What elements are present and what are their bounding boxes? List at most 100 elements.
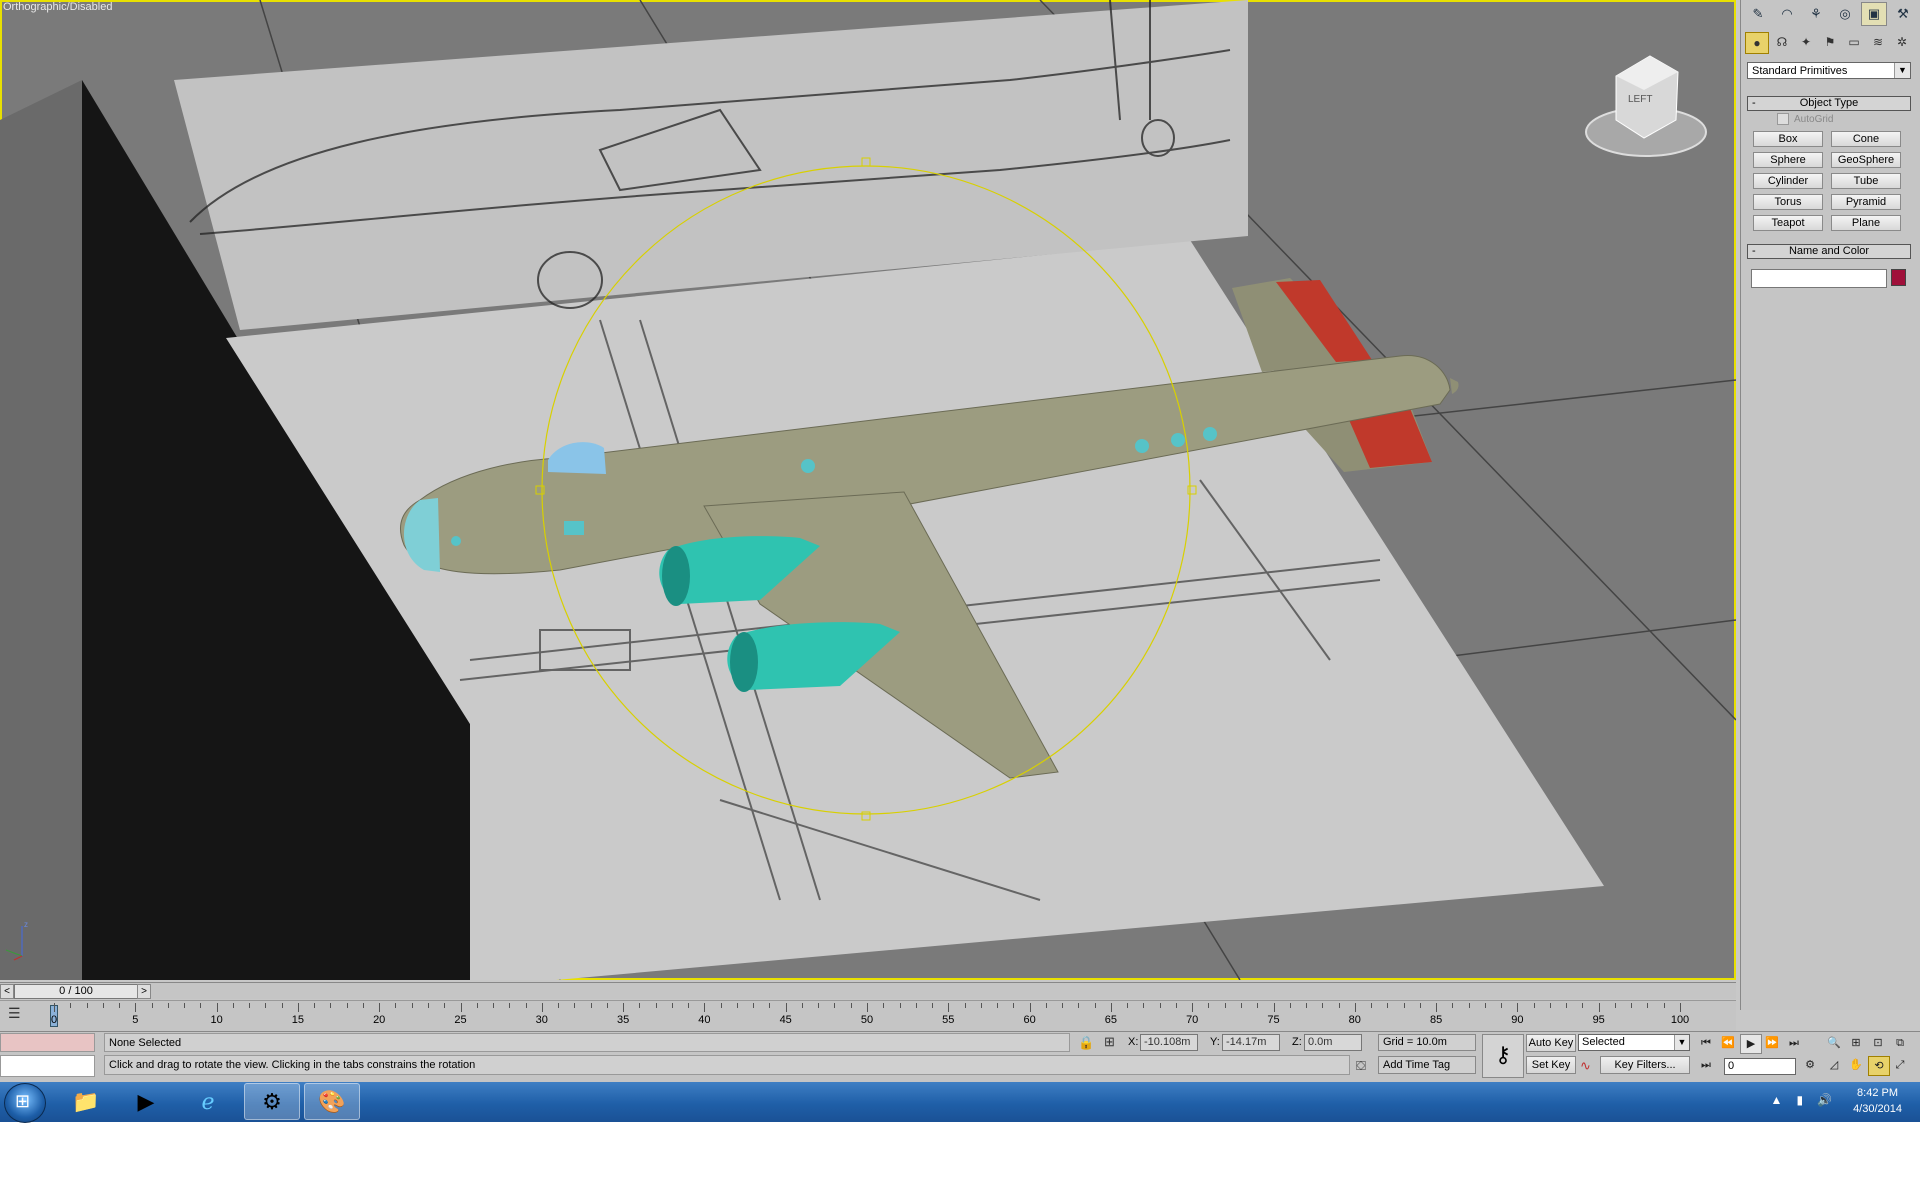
time-config-icon[interactable]: ⚙: [1800, 1056, 1820, 1074]
teapot-button[interactable]: Teapot: [1753, 215, 1823, 231]
zoom-extents-icon[interactable]: ⊡: [1868, 1034, 1888, 1052]
track-tick: [1289, 1003, 1291, 1008]
y-coordinate-field[interactable]: -14.17m: [1222, 1034, 1280, 1051]
primitive-category-dropdown[interactable]: Standard Primitives ▼: [1747, 62, 1911, 79]
track-tick: [1663, 1003, 1665, 1008]
box-button[interactable]: Box: [1753, 131, 1823, 147]
perspective-viewport[interactable]: Orthographic/Disabled LEFT z: [0, 0, 1736, 980]
viewport-label[interactable]: Orthographic/Disabled: [3, 1, 112, 13]
prev-frame-button[interactable]: <: [0, 984, 14, 999]
show-hidden-icons-icon[interactable]: ▲: [1771, 1093, 1783, 1107]
track-tick: [1094, 1003, 1096, 1008]
systems-icon[interactable]: ✲: [1891, 32, 1913, 52]
network-icon[interactable]: ▮: [1796, 1093, 1803, 1107]
geometry-icon[interactable]: ●: [1745, 32, 1769, 54]
shapes-icon[interactable]: ☊: [1771, 32, 1793, 52]
track-tick: [1387, 1003, 1389, 1008]
lock-icon[interactable]: 🔒: [1078, 1035, 1094, 1051]
x-coordinate-field[interactable]: -10.108m: [1140, 1034, 1198, 1051]
prev-frame-icon[interactable]: ⏪: [1718, 1034, 1738, 1052]
key-filters-button[interactable]: Key Filters...: [1600, 1056, 1690, 1074]
plane-button[interactable]: Plane: [1831, 215, 1901, 231]
object-type-rollout[interactable]: - Object Type: [1747, 96, 1911, 111]
track-tick: [623, 1003, 625, 1012]
track-tick: [1013, 1003, 1015, 1008]
maxscript-listener-mini[interactable]: [0, 1033, 95, 1052]
set-key-button[interactable]: Set Key: [1526, 1056, 1576, 1074]
track-tick: [704, 1003, 706, 1012]
track-tick: [427, 1003, 429, 1008]
track-tick: [86, 1003, 88, 1008]
maxscript-result-mini[interactable]: [0, 1055, 95, 1077]
z-label: Z:: [1292, 1036, 1302, 1048]
go-to-end-icon[interactable]: ⏭: [1784, 1034, 1804, 1052]
track-tick: [1566, 1003, 1568, 1008]
z-coordinate-field[interactable]: 0.0m: [1304, 1034, 1362, 1051]
taskbar-clock[interactable]: 8:42 PM 4/30/2014: [1853, 1085, 1902, 1117]
media-player-taskbar-icon[interactable]: ▶: [118, 1083, 174, 1120]
orbit-icon[interactable]: ⟲: [1868, 1056, 1890, 1076]
utilities-tab-icon[interactable]: ⚒: [1890, 2, 1916, 26]
time-tag-icon[interactable]: ⛋: [1356, 1058, 1366, 1074]
cone-button[interactable]: Cone: [1831, 131, 1901, 147]
object-name-field[interactable]: [1751, 269, 1887, 288]
autogrid-checkbox[interactable]: AutoGrid: [1777, 113, 1833, 125]
hierarchy-tab-icon[interactable]: ⚘: [1803, 2, 1829, 26]
cylinder-button[interactable]: Cylinder: [1753, 173, 1823, 189]
maximize-viewport-icon[interactable]: ⤢: [1890, 1056, 1910, 1074]
track-bar[interactable]: ☰ 0 5 10 15 20 25 30 35 40 45 50 55 60 65 70 75 80 85 90 95…: [0, 1000, 1736, 1031]
next-frame-button[interactable]: >: [137, 984, 151, 999]
collapse-icon: -: [1752, 245, 1756, 257]
paint-taskbar-icon[interactable]: 🎨: [304, 1083, 360, 1120]
track-tick: [1257, 1003, 1259, 1008]
key-mode-dropdown[interactable]: Selected ▼: [1578, 1034, 1690, 1051]
sphere-button[interactable]: Sphere: [1753, 152, 1823, 168]
absolute-mode-icon[interactable]: ⊞: [1104, 1034, 1115, 1050]
explorer-taskbar-icon[interactable]: 📁: [58, 1083, 114, 1120]
geosphere-button[interactable]: GeoSphere: [1831, 152, 1901, 168]
zoom-extents-all-icon[interactable]: ⧉: [1890, 1034, 1910, 1052]
selection-status: None Selected: [104, 1033, 1070, 1052]
name-and-color-rollout[interactable]: - Name and Color: [1747, 244, 1911, 259]
internet-explorer-taskbar-icon[interactable]: ℯ: [180, 1083, 236, 1120]
next-frame-icon[interactable]: ⏩: [1762, 1034, 1782, 1052]
pyramid-button[interactable]: Pyramid: [1831, 194, 1901, 210]
key-mode-toggle-icon[interactable]: ⏭: [1696, 1056, 1716, 1074]
cameras-icon[interactable]: ⚑: [1819, 32, 1841, 52]
pan-icon[interactable]: ✋: [1846, 1056, 1866, 1074]
current-frame-field[interactable]: 0: [1724, 1058, 1796, 1075]
volume-icon[interactable]: 🔊: [1817, 1093, 1832, 1107]
torus-button[interactable]: Torus: [1753, 194, 1823, 210]
curve-editor-icon[interactable]: ☰: [8, 1005, 21, 1022]
time-slider[interactable]: < 0 / 100 >: [0, 982, 1736, 999]
add-time-tag-button[interactable]: Add Time Tag: [1378, 1056, 1476, 1074]
zoom-icon[interactable]: 🔍: [1824, 1034, 1844, 1052]
curve-icon[interactable]: ∿: [1580, 1058, 1591, 1074]
set-key-icon[interactable]: ⚷: [1482, 1034, 1524, 1078]
track-tick: [444, 1003, 446, 1008]
track-tick-label: 80: [1348, 1014, 1361, 1026]
motion-tab-icon[interactable]: ◎: [1832, 2, 1858, 26]
time-slider-thumb[interactable]: 0 / 100: [14, 984, 138, 999]
start-button[interactable]: ⊞: [4, 1083, 46, 1123]
spacewarps-icon[interactable]: ≋: [1867, 32, 1889, 52]
primitive-buttons: Box Cone Sphere GeoSphere Cylinder Tube …: [1753, 131, 1901, 231]
object-color-swatch[interactable]: [1891, 269, 1906, 286]
create-tab-icon[interactable]: ✎: [1745, 2, 1771, 26]
helpers-icon[interactable]: ▭: [1843, 32, 1865, 52]
tube-button[interactable]: Tube: [1831, 173, 1901, 189]
display-tab-icon[interactable]: ▣: [1861, 2, 1887, 26]
3dsmax-taskbar-icon[interactable]: ⚙: [244, 1083, 300, 1120]
zoom-all-icon[interactable]: ⊞: [1846, 1034, 1866, 1052]
clock-date: 4/30/2014: [1853, 1103, 1902, 1115]
go-to-start-icon[interactable]: ⏮: [1696, 1034, 1716, 1052]
track-tick: [151, 1003, 153, 1008]
modify-tab-icon[interactable]: ◠: [1774, 2, 1800, 26]
track-tick: [1322, 1003, 1324, 1008]
lights-icon[interactable]: ✦: [1795, 32, 1817, 52]
viewcube[interactable]: LEFT: [1628, 94, 1652, 105]
play-icon[interactable]: ▶: [1740, 1034, 1762, 1054]
track-tick: [1062, 1003, 1064, 1008]
field-of-view-icon[interactable]: ◿: [1824, 1056, 1844, 1074]
auto-key-button[interactable]: Auto Key: [1526, 1034, 1576, 1052]
